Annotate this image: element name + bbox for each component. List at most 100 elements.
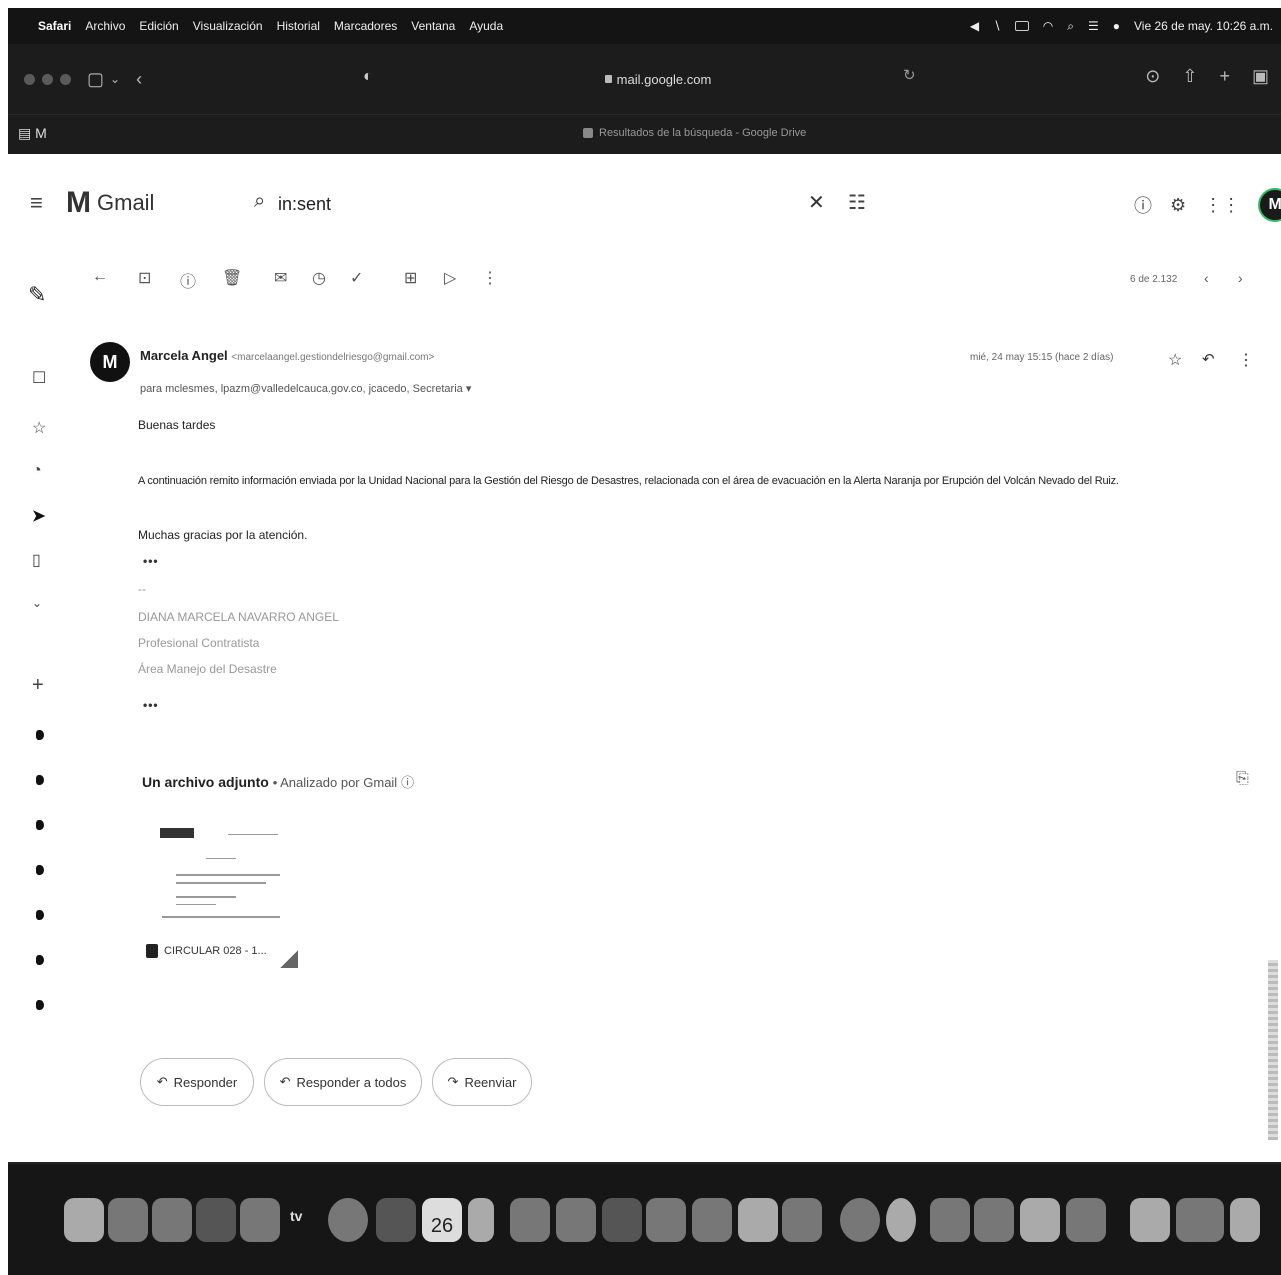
sender-name[interactable]: Marcela Angel	[140, 348, 228, 363]
bluetooth-icon[interactable]: ∖	[993, 19, 1001, 33]
label-icon[interactable]: ▷	[444, 268, 456, 288]
downloads-folder-icon[interactable]	[1130, 1198, 1170, 1242]
search-input[interactable]	[278, 190, 538, 218]
share-icon[interactable]: ⇧	[1182, 66, 1197, 87]
word-icon[interactable]	[646, 1198, 686, 1242]
itunes-icon[interactable]	[510, 1198, 550, 1242]
create-label-icon[interactable]: +	[32, 674, 44, 697]
more-chevron-down-icon[interactable]: ⌄	[32, 596, 42, 610]
mail-icon[interactable]	[152, 1198, 192, 1242]
back-icon[interactable]: ‹	[136, 69, 142, 90]
info-icon[interactable]: ⓘ	[401, 775, 414, 790]
app-store-icon[interactable]	[782, 1198, 822, 1242]
label-tag-icon[interactable]	[36, 1000, 44, 1010]
mark-unread-icon[interactable]: ✉	[274, 268, 287, 288]
attachment-thumbnail[interactable]	[146, 820, 296, 930]
downloads-icon[interactable]: ⊙	[1145, 66, 1160, 87]
add-to-drive-icon[interactable]: ⎘	[1236, 770, 1249, 788]
label-tag-icon[interactable]	[36, 955, 44, 965]
label-tag-icon[interactable]	[36, 820, 44, 830]
address-bar[interactable]: mail.google.com	[568, 66, 748, 92]
snoozed-icon[interactable]: ◔	[32, 462, 42, 480]
safari-icon[interactable]	[108, 1198, 148, 1242]
chrome-icon[interactable]	[886, 1198, 916, 1242]
reply-icon[interactable]: ↶	[1202, 350, 1215, 368]
star-icon[interactable]: ☆	[1168, 350, 1182, 370]
settings-gear-icon[interactable]: ⚙	[1170, 195, 1186, 216]
page-scrollbar[interactable]	[1268, 960, 1278, 1140]
contacts-icon[interactable]	[240, 1198, 280, 1242]
snooze-icon[interactable]: ◷	[312, 268, 326, 288]
starred-icon[interactable]: ☆	[32, 418, 46, 438]
trash-icon[interactable]	[1230, 1198, 1260, 1242]
reload-icon[interactable]: ↻	[903, 66, 916, 84]
sender-avatar[interactable]: M	[90, 342, 130, 382]
recipients-line[interactable]: para mclesmes, lpazm@valledelcauca.gov.c…	[140, 382, 471, 395]
sent-icon[interactable]: ➤	[32, 506, 45, 526]
older-chevron-icon[interactable]: ›	[1238, 270, 1243, 286]
siri-icon[interactable]: ●	[1113, 19, 1120, 33]
zoom-window-button[interactable]	[60, 73, 71, 85]
finder-icon[interactable]	[64, 1198, 104, 1242]
label-tag-icon[interactable]	[36, 775, 44, 785]
reply-all-button[interactable]: ↶ Responder a todos	[264, 1058, 422, 1106]
menu-item-ayuda[interactable]: Ayuda	[469, 19, 503, 33]
move-to-icon[interactable]: ⊞	[404, 268, 417, 288]
newer-chevron-icon[interactable]: ‹	[1204, 270, 1209, 286]
tab-overview-icon[interactable]: ▣	[1252, 66, 1269, 87]
delete-icon[interactable]: 🗑︎	[222, 268, 242, 288]
numbers-icon[interactable]	[556, 1198, 596, 1242]
trimmed-content-dots[interactable]: •••	[143, 698, 159, 712]
main-menu-icon[interactable]: ≡	[30, 190, 43, 216]
teams-icon[interactable]	[1066, 1198, 1106, 1242]
volume-icon[interactable]: ◀	[970, 19, 979, 33]
menu-item-marcadores[interactable]: Marcadores	[334, 19, 397, 33]
more-options-icon[interactable]: ⋮	[482, 268, 498, 288]
calendar-icon[interactable]: 26	[422, 1198, 462, 1242]
chevron-down-icon[interactable]: ⌄	[110, 72, 120, 86]
menu-item-edicion[interactable]: Edición	[139, 19, 178, 33]
documents-stack-icon[interactable]	[1176, 1198, 1224, 1242]
close-window-button[interactable]	[24, 73, 35, 85]
books-icon[interactable]	[930, 1198, 970, 1242]
whatsapp-icon[interactable]	[974, 1198, 1014, 1242]
sidebar-toggle-icon[interactable]: ▢	[87, 69, 104, 90]
message-more-icon[interactable]: ⋮	[1238, 350, 1254, 370]
help-icon[interactable]: ⓘ	[1134, 192, 1152, 218]
control-center-icon[interactable]: ☰	[1088, 19, 1099, 33]
search-icon[interactable]: ⌕	[254, 190, 265, 213]
menu-item-archivo[interactable]: Archivo	[85, 19, 125, 33]
wifi-icon[interactable]: ◠	[1043, 19, 1053, 33]
notes-icon[interactable]	[376, 1198, 416, 1242]
gmail-favicon-icon[interactable]: ▤ M	[18, 125, 47, 142]
battery-icon[interactable]	[1014, 21, 1029, 31]
menu-app-name[interactable]: Safari	[38, 19, 71, 33]
add-to-tasks-icon[interactable]: ✓	[350, 268, 363, 288]
reminders-icon[interactable]	[468, 1198, 494, 1242]
attachment-file-chip[interactable]: CIRCULAR 028 - 1...	[146, 944, 267, 958]
drafts-icon[interactable]: ▯	[32, 550, 41, 570]
inbox-icon[interactable]: ☐	[32, 368, 46, 388]
settings-app-icon[interactable]	[840, 1198, 880, 1242]
menu-item-historial[interactable]: Historial	[277, 19, 320, 33]
spotlight-icon[interactable]: ⌕	[1067, 19, 1074, 34]
search-options-icon[interactable]: ☷	[848, 190, 866, 215]
gmail-logo[interactable]: M Gmail	[66, 188, 154, 218]
archive-icon[interactable]: ⊡	[138, 268, 151, 288]
music-icon[interactable]	[328, 1198, 368, 1242]
outlook-icon[interactable]	[692, 1198, 732, 1242]
report-spam-icon[interactable]: ⓘ	[180, 268, 196, 292]
trimmed-content-dots[interactable]: •••	[143, 554, 159, 568]
new-tab-icon[interactable]: +	[1219, 66, 1230, 87]
reply-button[interactable]: ↶ Responder	[140, 1058, 254, 1106]
clear-search-icon[interactable]: ✕	[808, 190, 825, 215]
menu-item-ventana[interactable]: Ventana	[411, 19, 455, 33]
minimize-window-button[interactable]	[42, 73, 53, 85]
back-arrow-icon[interactable]: ←	[92, 268, 108, 286]
menu-clock[interactable]: Vie 26 de may. 10:26 a.m.	[1134, 19, 1273, 33]
tab-google-drive[interactable]: Resultados de la búsqueda - Google Drive	[583, 127, 806, 139]
label-tag-icon[interactable]	[36, 865, 44, 875]
privacy-shield-icon[interactable]: ◐	[363, 68, 373, 86]
label-tag-icon[interactable]	[36, 910, 44, 920]
excel-icon[interactable]	[738, 1198, 778, 1242]
